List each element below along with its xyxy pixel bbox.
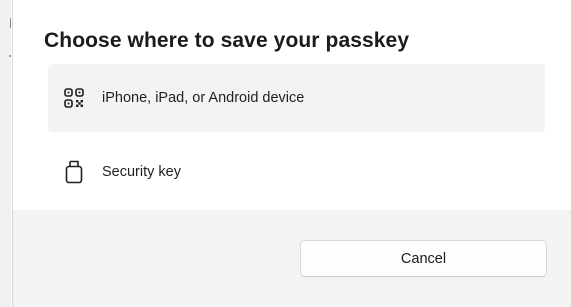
option-security-key-label: Security key xyxy=(102,164,181,180)
background-window-dot xyxy=(9,55,11,57)
option-phone-device-label: iPhone, iPad, or Android device xyxy=(102,90,305,106)
screen: Choose where to save your passkey iPhone… xyxy=(0,0,571,307)
qr-code-icon xyxy=(64,86,84,110)
option-phone-device[interactable]: iPhone, iPad, or Android device xyxy=(48,64,545,132)
dialog-footer: Cancel xyxy=(13,210,571,307)
passkey-dialog: Choose where to save your passkey iPhone… xyxy=(12,0,571,307)
usb-security-key-icon xyxy=(64,160,84,184)
background-window-edge xyxy=(0,0,11,307)
dialog-title: Choose where to save your passkey xyxy=(44,29,410,52)
cancel-button[interactable]: Cancel xyxy=(300,240,547,277)
option-security-key[interactable]: Security key xyxy=(48,138,545,206)
background-window-mark xyxy=(10,18,11,28)
